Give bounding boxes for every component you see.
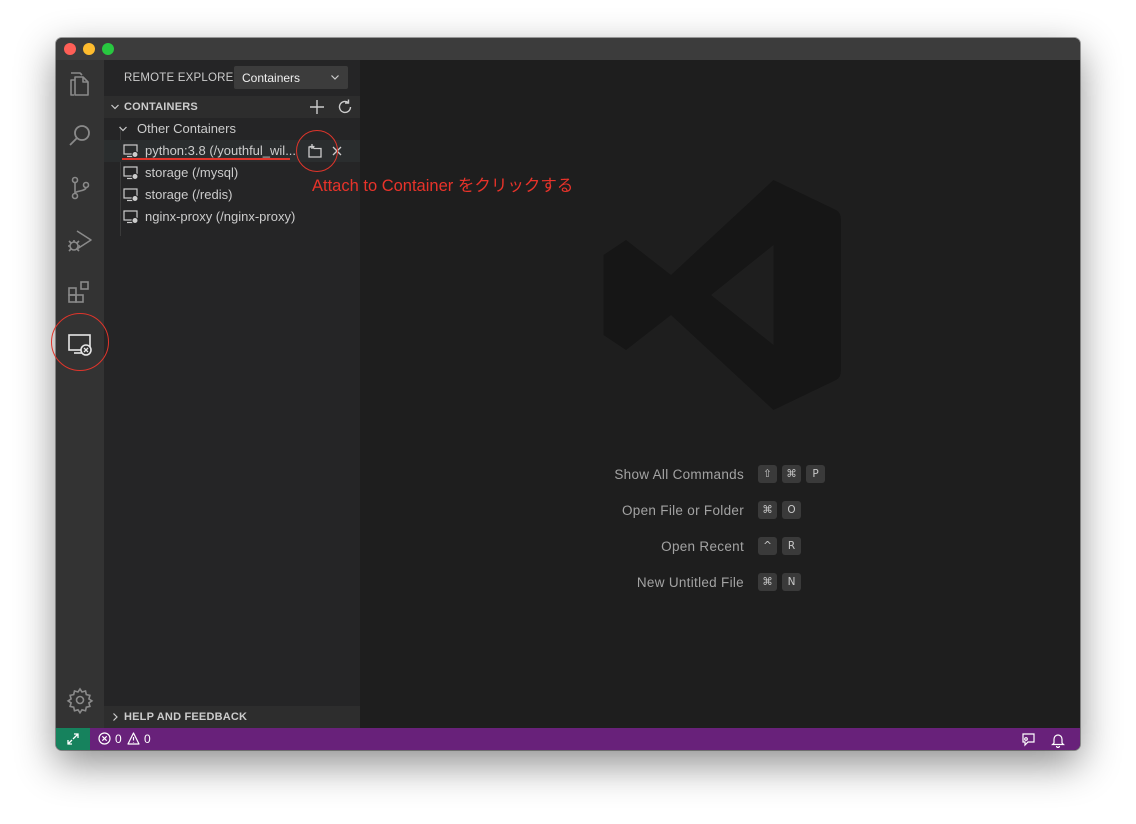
shortcut-label: Show All Commands — [614, 467, 744, 482]
remote-target-select[interactable]: Containers — [234, 66, 348, 89]
container-label: storage (/redis) — [145, 187, 233, 202]
gear-icon[interactable] — [66, 686, 94, 714]
refresh-icon[interactable] — [336, 98, 354, 116]
status-bar: 0 0 — [56, 728, 1080, 750]
maximize-window-button[interactable] — [102, 43, 114, 55]
warning-count: 0 — [144, 732, 151, 746]
key-cap: ⌘ — [782, 465, 801, 483]
warning-icon — [127, 732, 140, 745]
key-cap: R — [782, 537, 801, 555]
remote-icon — [67, 733, 79, 745]
files-icon[interactable] — [66, 70, 94, 98]
annotation-underline — [122, 158, 290, 160]
annotation-circle-attach-button — [296, 130, 338, 172]
vscode-logo-icon — [603, 180, 841, 410]
annotation-text: Attach to Container をクリックする — [312, 177, 574, 195]
key-cap: P — [806, 465, 825, 483]
chevron-down-icon — [111, 104, 119, 110]
containers-section-title: CONTAINERS — [124, 101, 198, 113]
container-icon — [123, 210, 138, 224]
key-cap: ⌘ — [758, 573, 777, 591]
shortcut-label: Open File or Folder — [622, 503, 744, 518]
annotation-circle-remote-explorer — [51, 313, 109, 371]
key-cap: ⇧ — [758, 465, 777, 483]
search-icon[interactable] — [66, 122, 94, 150]
activity-bar — [56, 60, 104, 728]
shortcut-row: Show All Commands ⇧ ⌘ P — [360, 464, 1080, 486]
container-label: python:3.8 (/youthful_wil... — [145, 143, 297, 158]
error-count: 0 — [115, 732, 122, 746]
shortcut-row: Open Recent ^ R — [360, 536, 1080, 558]
extensions-icon[interactable] — [66, 278, 94, 306]
close-window-button[interactable] — [64, 43, 76, 55]
container-icon — [123, 188, 138, 202]
remote-indicator-button[interactable] — [56, 728, 90, 750]
shortcut-row: Open File or Folder ⌘ O — [360, 500, 1080, 522]
remote-target-value: Containers — [242, 71, 301, 85]
run-debug-icon[interactable] — [66, 226, 94, 254]
key-cap: N — [782, 573, 801, 591]
shortcut-label: Open Recent — [661, 539, 744, 554]
containers-section-header[interactable]: CONTAINERS — [104, 96, 360, 118]
help-feedback-section-header[interactable]: HELP AND FEEDBACK — [104, 706, 360, 728]
title-bar — [56, 38, 1080, 60]
container-icon — [123, 144, 138, 158]
minimize-window-button[interactable] — [83, 43, 95, 55]
error-icon — [98, 732, 111, 745]
container-label: storage (/mysql) — [145, 165, 239, 180]
source-control-icon[interactable] — [66, 174, 94, 202]
feedback-icon[interactable] — [1020, 732, 1036, 748]
container-icon — [123, 166, 138, 180]
key-cap: ^ — [758, 537, 777, 555]
key-cap: ⌘ — [758, 501, 777, 519]
bell-icon[interactable] — [1050, 732, 1066, 748]
chevron-down-icon — [331, 75, 339, 80]
shortcut-label: New Untitled File — [636, 575, 744, 590]
sidebar-title: REMOTE EXPLORER — [124, 72, 243, 84]
sidebar-header: REMOTE EXPLORER Containers — [104, 60, 360, 96]
editor-area: Show All Commands ⇧ ⌘ P Open File or Fol… — [360, 60, 1080, 728]
container-label: nginx-proxy (/nginx-proxy) — [145, 209, 296, 224]
key-cap: O — [782, 501, 801, 519]
tree-group-label: Other Containers — [137, 121, 236, 136]
vscode-window: REMOTE EXPLORER Containers CONTAINERS Ot… — [56, 38, 1080, 750]
chevron-down-icon — [119, 126, 127, 132]
help-feedback-title: HELP AND FEEDBACK — [124, 711, 248, 723]
chevron-right-icon — [113, 713, 118, 721]
add-icon[interactable] — [308, 98, 326, 116]
shortcut-row: New Untitled File ⌘ N — [360, 572, 1080, 594]
container-item-nginx-proxy[interactable]: nginx-proxy (/nginx-proxy) — [104, 206, 360, 228]
